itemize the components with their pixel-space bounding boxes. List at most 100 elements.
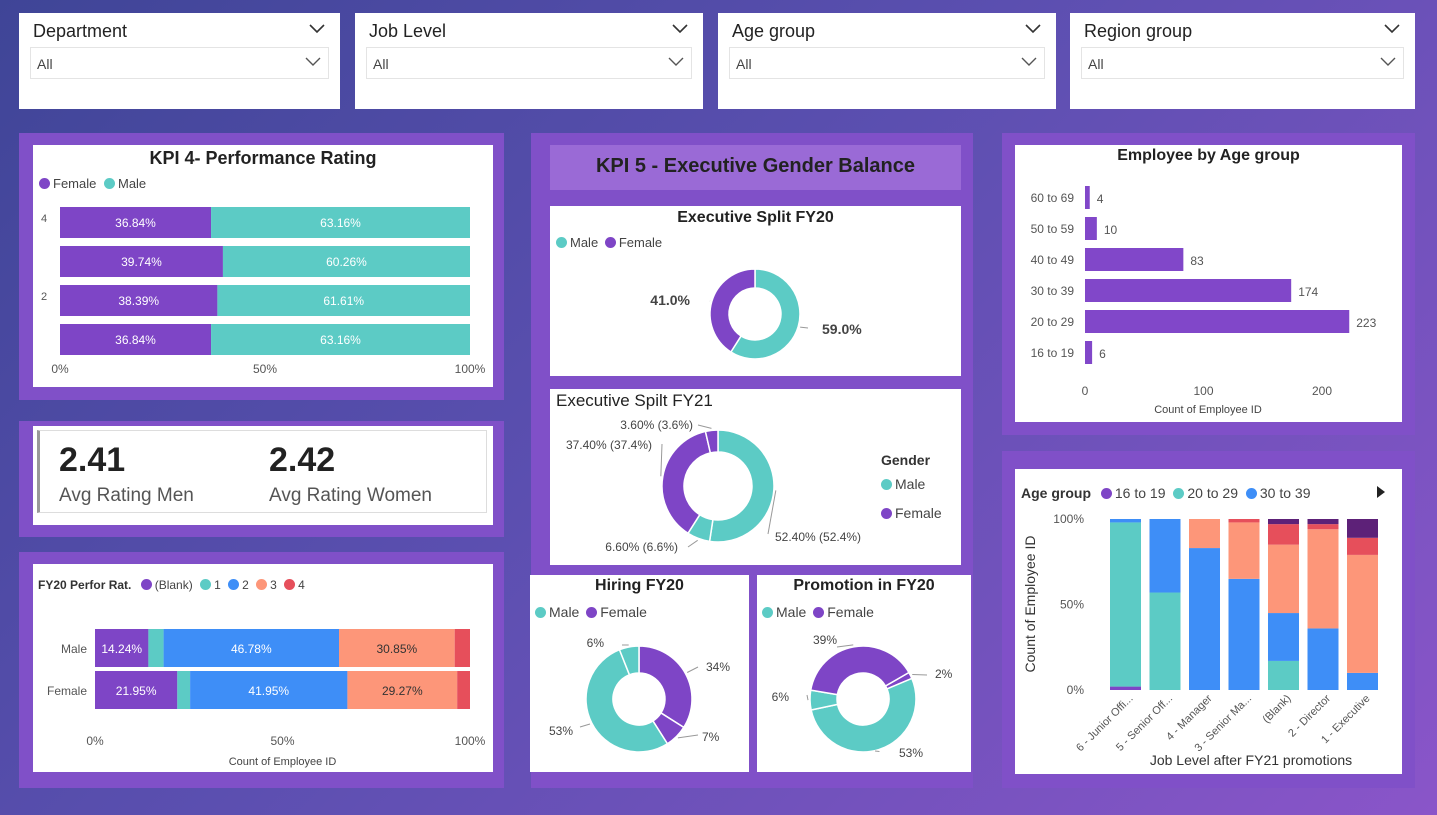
bar [1085, 248, 1184, 271]
data-label: 37.40% (37.4%) [566, 438, 652, 452]
donut-slice [708, 429, 775, 543]
data-label: 6.60% (6.6%) [605, 540, 678, 554]
bar-segment [1228, 519, 1260, 523]
y-tick-label: 20 to 29 [1031, 315, 1075, 329]
data-label: 53% [549, 724, 573, 738]
kpi5-title-box: KPI 5 - Executive Gender Balance [550, 145, 961, 190]
bar-segment [1307, 524, 1339, 530]
bar-segment [1268, 544, 1299, 614]
slicer-title: Job Level [369, 21, 447, 41]
y-tick-label: 40 to 49 [1031, 253, 1075, 267]
avg-rating-women-value: 2.42 [269, 441, 336, 479]
chevron-down-icon [1380, 57, 1396, 66]
bar-segment [1268, 660, 1299, 690]
exec21-legend-title: Gender [881, 452, 931, 468]
age-chart[interactable]: Employee by Age group 60 to 69 4 50 to 59 1… [1015, 145, 1402, 422]
data-label: 41.0% [650, 292, 690, 308]
data-label: 39% [813, 633, 837, 647]
legend-dot-female [881, 508, 892, 519]
dropdown-job-level[interactable]: All [366, 47, 692, 79]
y-tick-label: 50% [1060, 598, 1084, 612]
bar-segment [1347, 537, 1378, 555]
promotion-svg: 2% 53% 6% 39% [772, 633, 953, 760]
bar [1085, 310, 1350, 333]
x-axis-title: Job Level after FY21 promotions [1150, 752, 1352, 768]
exec21-chart[interactable]: Executive Spilt FY21 Gender Male Female … [550, 389, 961, 565]
data-label: 46.78% [231, 642, 272, 656]
y-tick-label: 0% [1067, 683, 1085, 697]
data-label: 3.60% (3.6%) [620, 418, 693, 432]
y-tick-label: Female [47, 684, 87, 698]
bar-segment [1307, 529, 1339, 629]
perf20-svg: Male 14.24% 46.78% 30.85% Female 21.95% 41.95%… [47, 629, 486, 768]
bar-segment [457, 671, 470, 709]
y-tick-label: 50 to 59 [1031, 222, 1075, 236]
avg-rating-women-label: Avg Rating Women [269, 485, 432, 506]
chevron-down-icon[interactable] [1383, 21, 1401, 35]
bar-segment [1189, 548, 1220, 690]
chevron-down-icon[interactable] [1024, 21, 1042, 35]
slicer-age-group[interactable]: Age group All [718, 13, 1056, 109]
dropdown-value: All [373, 56, 389, 72]
leader-line [579, 723, 591, 728]
x-tick-label: (Blank) [1260, 693, 1293, 726]
chevron-down-icon[interactable] [308, 21, 326, 35]
y-tick-label: Male [61, 642, 87, 656]
leader-line [806, 694, 809, 701]
dropdown-value: All [1088, 56, 1104, 72]
exec21-legend-female: Female [881, 505, 942, 521]
exec20-chart[interactable]: Executive Split FY20 Male Female 59.0% 41… [550, 206, 961, 376]
y-tick-label: 30 to 39 [1031, 284, 1075, 298]
x-tick-label: 50% [253, 362, 277, 376]
dropdown-department[interactable]: All [30, 47, 329, 79]
avg-rating-men-label: Avg Rating Men [59, 485, 194, 506]
y-axis-title: Count of Employee ID [1022, 536, 1038, 673]
leader-line [677, 734, 699, 739]
job-chart[interactable]: Age group 16 to 19 20 to 29 30 to 39 0% 5… [1015, 469, 1402, 774]
bar [1085, 279, 1292, 302]
perf20-chart[interactable]: FY20 Perfor Rat. (Blank) 1 2 3 4 Male 14.… [33, 564, 493, 772]
slicer-region-group[interactable]: Region group All [1070, 13, 1415, 109]
bar-segment [1149, 519, 1181, 593]
data-label: 83 [1190, 254, 1204, 268]
kpi5-title: KPI 5 - Executive Gender Balance [595, 155, 916, 177]
slicer-job-level[interactable]: Job Level All [355, 13, 703, 109]
slicer-title: Age group [732, 21, 816, 41]
data-label: 30.85% [377, 642, 418, 656]
x-tick-label: 0% [51, 362, 69, 376]
slicer-department[interactable]: Department All [19, 13, 340, 109]
bar-segment [1110, 522, 1141, 687]
dropdown-age-group[interactable]: All [729, 47, 1045, 79]
hiring-svg: 34% 7% 53% 6% [549, 636, 730, 753]
slicer-title: Region group [1084, 21, 1193, 41]
y-tick-label: 16 to 19 [1031, 346, 1075, 360]
promotion-chart[interactable]: Promotion in FY20 Male Female 2% 53% 6% 39% [757, 575, 971, 772]
leader-line [687, 539, 698, 548]
kpi4-chart[interactable]: KPI 4- Performance Rating Female Male 43… [33, 145, 493, 387]
legend-label: Female [895, 505, 942, 521]
data-label: 4 [1097, 192, 1104, 206]
bar-segment [1110, 686, 1141, 690]
chevron-down-icon[interactable] [671, 21, 689, 35]
data-label: 174 [1298, 285, 1318, 299]
bar-segment [1149, 592, 1181, 690]
age-svg: 60 to 69 4 50 to 59 10 40 to 49 83 30 to 39 174… [1031, 186, 1377, 416]
dropdown-region-group[interactable]: All [1081, 47, 1404, 79]
avg-rating-men-value: 2.41 [59, 441, 126, 479]
kpi4-svg: 4 36.84% 63.16% 39.74% 60.26% 2 38.39% 61.61% 36… [41, 207, 486, 376]
bar-segment [1347, 554, 1378, 673]
leader-line [697, 424, 712, 429]
data-label: 53% [899, 746, 923, 760]
data-label: 21.95% [116, 684, 157, 698]
y-tick-label: 100% [1053, 512, 1084, 526]
data-label: 36.84% [115, 216, 156, 230]
data-label: 7% [702, 730, 720, 744]
hiring-chart[interactable]: Hiring FY20 Male Female 34% 7% 53% 6% [530, 575, 749, 772]
x-tick-label: 100% [455, 734, 486, 748]
bar-segment [1189, 519, 1220, 549]
chevron-down-icon [668, 57, 684, 66]
bar [1085, 341, 1093, 364]
bar-segment [1268, 524, 1299, 545]
bar-segment [1347, 519, 1378, 538]
x-tick-label: 50% [270, 734, 294, 748]
